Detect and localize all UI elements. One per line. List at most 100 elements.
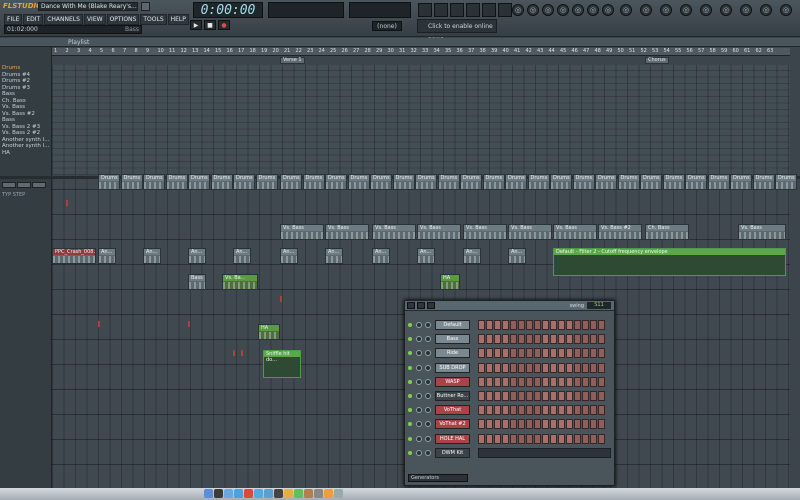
playlist-clip[interactable]: An... [325,248,343,264]
wait-icon[interactable]: ◎ [720,4,732,16]
step-button[interactable] [558,320,565,330]
playlist-clip[interactable]: Drums [280,174,302,190]
step-button[interactable] [558,433,565,444]
step-button[interactable] [598,348,605,359]
step-seq-titlebar[interactable]: swing S11 [405,301,614,311]
step-button[interactable] [582,419,589,430]
step-button[interactable] [542,376,549,387]
menu-file[interactable]: FILE [4,14,23,25]
link-icon[interactable]: ◎ [640,4,652,16]
step-button[interactable] [502,405,509,416]
step-button[interactable] [542,419,549,430]
menu-channels[interactable]: CHANNELS [44,14,83,25]
step-button[interactable] [486,376,493,387]
volume-knob[interactable] [425,336,431,343]
step-button[interactable] [486,405,493,416]
generators-filter[interactable]: Generators [408,474,468,482]
online-news-button[interactable]: Click to enable online news [417,19,497,43]
step-button[interactable] [534,334,541,345]
audio-clip-marker[interactable] [188,321,190,327]
step-button[interactable] [574,334,581,345]
step-button[interactable] [502,334,509,345]
step-button[interactable] [550,376,557,387]
playlist-clip[interactable]: Drums [437,174,460,190]
step-button[interactable] [510,348,517,359]
playlist-clip[interactable]: Drums [233,174,255,190]
step-button[interactable] [510,419,517,430]
step-button[interactable] [510,362,517,373]
pan-knob[interactable] [416,378,422,385]
step-button[interactable] [558,405,565,416]
playlist-clip[interactable]: An... [508,248,526,264]
step-button[interactable] [502,320,509,330]
step-button[interactable] [574,390,581,401]
typ-toggle[interactable]: TYP [2,192,11,198]
channel-led-icon[interactable] [408,393,412,398]
menu-edit[interactable]: EDIT [23,14,44,25]
step-button[interactable] [526,334,533,345]
playlist-clip[interactable]: An... [233,248,251,264]
step-button[interactable] [534,390,541,401]
step-button[interactable] [590,376,597,387]
multilink-icon[interactable]: ◎ [780,4,792,16]
step-button[interactable] [518,405,525,416]
playlist-clip[interactable]: Drums [730,174,752,190]
timeline-ruler[interactable]: 1 2 3 4 5 6 7 8 9 10 11 12 13 14 15 16 17 18 19 20 21 22 23 24 2… [52,48,790,56]
step-seq-graph-icon[interactable] [417,302,425,309]
playlist-clip[interactable]: An... [188,248,206,264]
playlist-clip[interactable]: Vs. Bass [417,224,461,240]
playlist-clip[interactable]: Drums [370,174,392,190]
step-button[interactable] [582,348,589,359]
audio-clip-marker[interactable] [66,200,68,206]
step-toggle[interactable]: STEP [13,192,25,198]
playlist-clip[interactable]: Vs. Bass [280,224,324,240]
playlist-clip[interactable]: An... [98,248,116,264]
playlist-clip[interactable]: PPC_Crash_008... [52,248,96,264]
step-button[interactable] [574,419,581,430]
step-button[interactable] [550,405,557,416]
step-button[interactable] [542,405,549,416]
playlist-clip[interactable]: Drums [640,174,662,190]
playlist-clip[interactable]: Ch. Bass [645,224,689,240]
step-button[interactable] [526,433,533,444]
step-button[interactable] [574,320,581,330]
step-button[interactable] [598,376,605,387]
playlist-clip[interactable]: Drums [392,174,415,190]
playlist-clip[interactable]: Vs. Bass [325,224,369,240]
browser-icon[interactable]: ◎ [512,4,524,16]
step-button[interactable] [494,334,501,345]
channel-name-button[interactable]: DWM Kit [435,447,470,458]
marker-chorus[interactable]: Chorus [645,57,669,64]
step-button[interactable] [558,376,565,387]
menu-options[interactable]: OPTIONS [106,14,140,25]
step-button[interactable] [510,390,517,401]
playlist-clip[interactable]: Drums [752,174,775,190]
step-button[interactable] [478,320,485,330]
step-button[interactable] [598,320,605,330]
step-button[interactable] [550,320,557,330]
playlist-clip[interactable]: Vs. Bass [738,224,786,240]
step-button[interactable] [486,390,493,401]
step-button[interactable] [486,334,493,345]
step-button[interactable] [494,362,501,373]
step-button[interactable] [590,362,597,373]
step-button[interactable] [566,334,573,345]
step-button[interactable] [494,433,501,444]
playlist-clip[interactable]: Drums [505,174,527,190]
step-button[interactable] [550,362,557,373]
playlist-clip[interactable]: Drums [527,174,550,190]
step-button[interactable] [534,320,541,330]
playlist-clip[interactable]: Drums [188,174,210,190]
playlist-clip[interactable]: Vs. Ba... [222,274,258,290]
channel-name-button[interactable]: Ride [435,348,470,359]
step-button[interactable] [558,334,565,345]
step-button[interactable] [542,348,549,359]
step-button[interactable] [542,334,549,345]
channel-name-button[interactable]: HOLE HAL [435,433,470,444]
step-button[interactable] [574,433,581,444]
channel-led-icon[interactable] [408,422,412,427]
step-button[interactable] [502,390,509,401]
step-button[interactable] [478,334,485,345]
volume-knob[interactable] [425,322,431,328]
step-button[interactable] [494,419,501,430]
